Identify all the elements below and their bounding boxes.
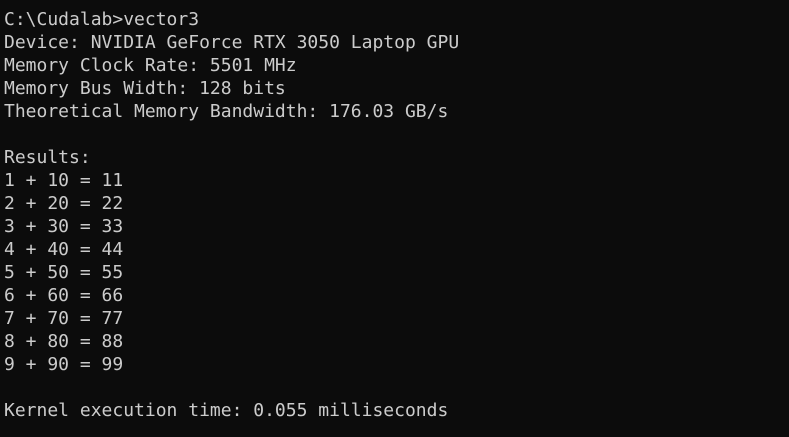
result-line: 7 + 70 = 77: [4, 308, 124, 329]
terminal-window[interactable]: C:\Cudalab>vector3 Device: NVIDIA GeForc…: [0, 0, 789, 437]
command-prompt-line: C:\Cudalab>vector3: [4, 9, 200, 30]
bandwidth-line: Theoretical Memory Bandwidth: 176.03 GB/…: [4, 101, 449, 122]
result-line: 2 + 20 = 22: [4, 193, 124, 214]
result-line: 4 + 40 = 44: [4, 239, 124, 260]
result-line: 3 + 30 = 33: [4, 216, 124, 237]
kernel-time-line: Kernel execution time: 0.055 millisecond…: [4, 400, 449, 421]
result-line: 5 + 50 = 55: [4, 262, 124, 283]
result-line: 9 + 90 = 99: [4, 354, 124, 375]
result-line: 8 + 80 = 88: [4, 331, 124, 352]
memory-clock-line: Memory Clock Rate: 5501 MHz: [4, 55, 297, 76]
result-line: 1 + 10 = 11: [4, 170, 124, 191]
memory-bus-line: Memory Bus Width: 128 bits: [4, 78, 286, 99]
result-line: 6 + 60 = 66: [4, 285, 124, 306]
results-header: Results:: [4, 147, 91, 168]
device-info-line: Device: NVIDIA GeForce RTX 3050 Laptop G…: [4, 32, 460, 53]
